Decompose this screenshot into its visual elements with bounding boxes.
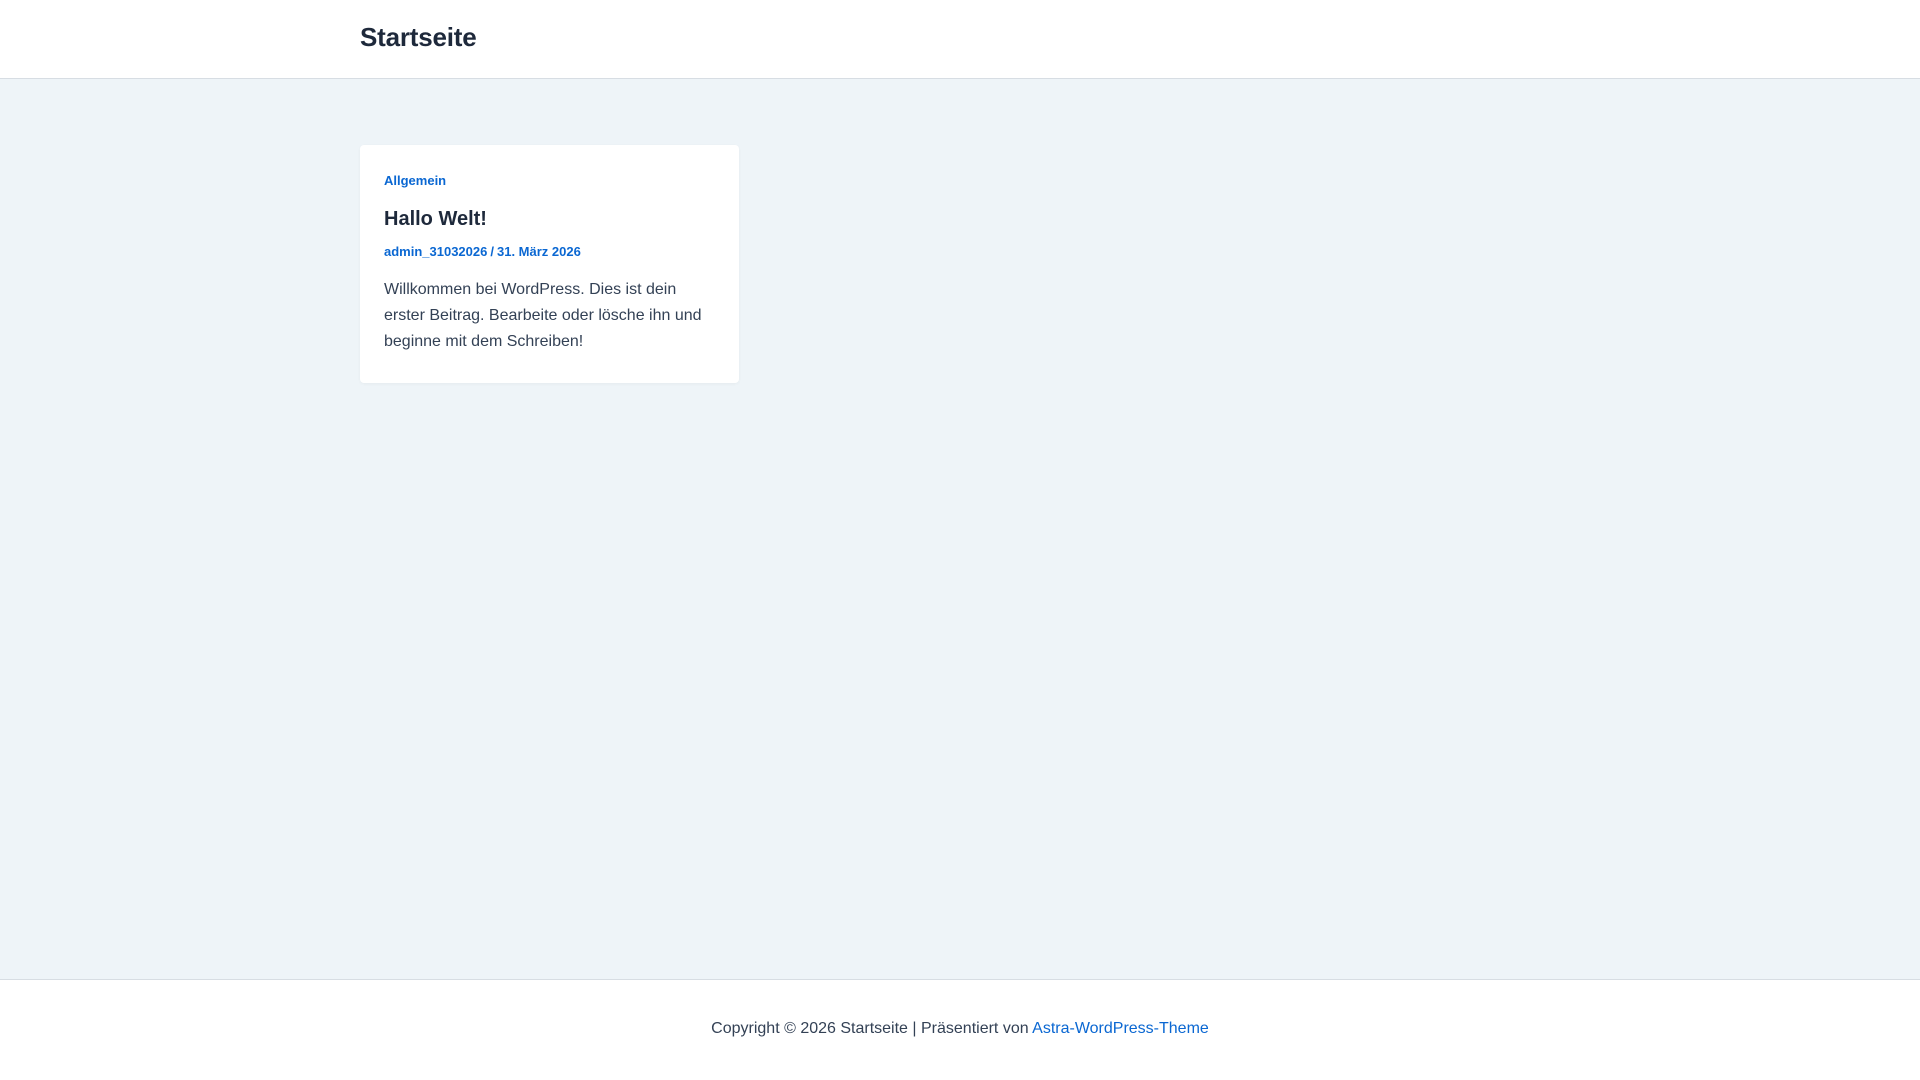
footer-theme-link[interactable]: Astra-WordPress-Theme bbox=[1032, 1020, 1209, 1037]
site-header: Startseite bbox=[0, 0, 1920, 79]
post-excerpt: Willkommen bei WordPress. Dies ist dein … bbox=[384, 281, 702, 350]
post-category-link[interactable]: Allgemein bbox=[384, 173, 446, 188]
post-author-link[interactable]: admin_31032026 bbox=[384, 244, 487, 259]
site-footer: Copyright © 2026 Startseite | Präsentier… bbox=[0, 979, 1920, 1080]
post-card: Allgemein Hallo Welt! admin_31032026/31.… bbox=[360, 145, 739, 383]
footer-copyright: Copyright © 2026 Startseite | Präsentier… bbox=[0, 1020, 1920, 1038]
post-meta: admin_31032026/31. März 2026 bbox=[384, 244, 715, 259]
post-meta-separator: / bbox=[490, 244, 494, 259]
footer-copyright-text: Copyright © 2026 Startseite | Präsentier… bbox=[711, 1020, 1029, 1037]
post-date-link[interactable]: 31. März 2026 bbox=[497, 244, 581, 259]
main-content: Allgemein Hallo Welt! admin_31032026/31.… bbox=[0, 80, 1920, 979]
post-title-link[interactable]: Hallo Welt! bbox=[384, 207, 715, 231]
site-title-link[interactable]: Startseite bbox=[360, 22, 477, 53]
